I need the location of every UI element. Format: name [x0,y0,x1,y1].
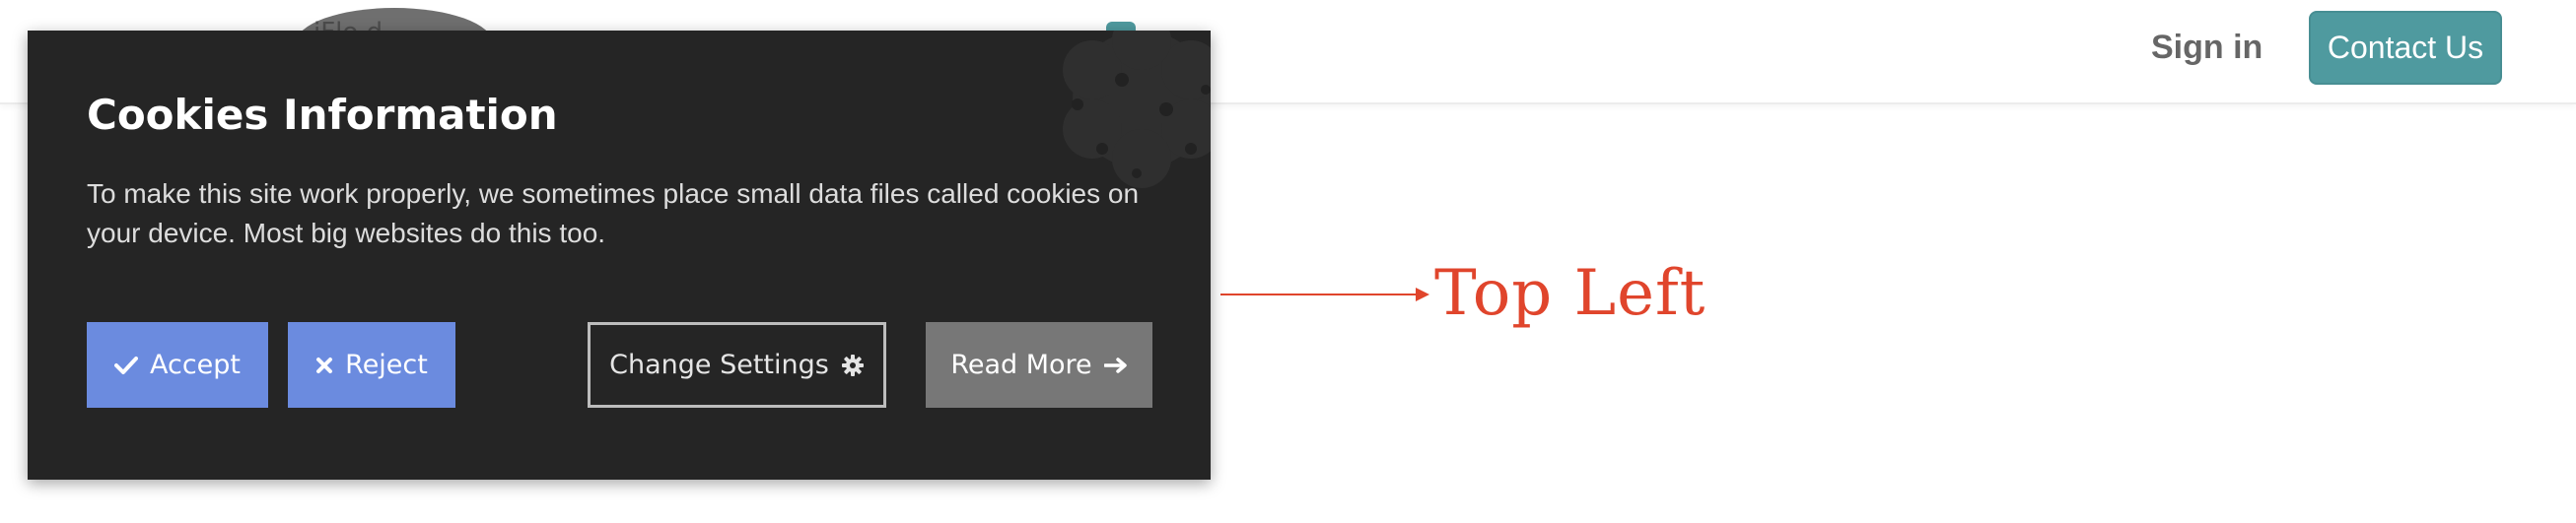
accept-button-label: Accept [149,350,242,380]
accept-button[interactable]: Accept [87,322,268,408]
change-settings-label: Change Settings [609,350,829,380]
cookie-message: To make this site work properly, we some… [87,178,1140,248]
cookie-title: Cookies Information [87,91,558,139]
annotation-label: Top Left [1434,257,1706,330]
read-more-button[interactable]: Read More [926,322,1152,408]
check-icon [113,356,138,374]
cookie-consent-panel: Cookies Information To make this site wo… [28,31,1211,480]
close-icon [316,357,333,373]
gear-icon [841,354,864,376]
contact-us-button[interactable]: Contact Us [2309,11,2502,85]
change-settings-button[interactable]: Change Settings [588,322,886,408]
reject-button[interactable]: Reject [288,322,455,408]
cookie-decoration-icon [1063,31,1211,188]
annotation-arrow-head [1416,288,1429,301]
arrow-right-icon [1103,357,1127,373]
read-more-label: Read More [950,350,1092,380]
sign-in-link[interactable]: Sign in [2151,26,2263,69]
annotation-arrow-line [1220,294,1418,295]
reject-button-label: Reject [345,350,428,380]
